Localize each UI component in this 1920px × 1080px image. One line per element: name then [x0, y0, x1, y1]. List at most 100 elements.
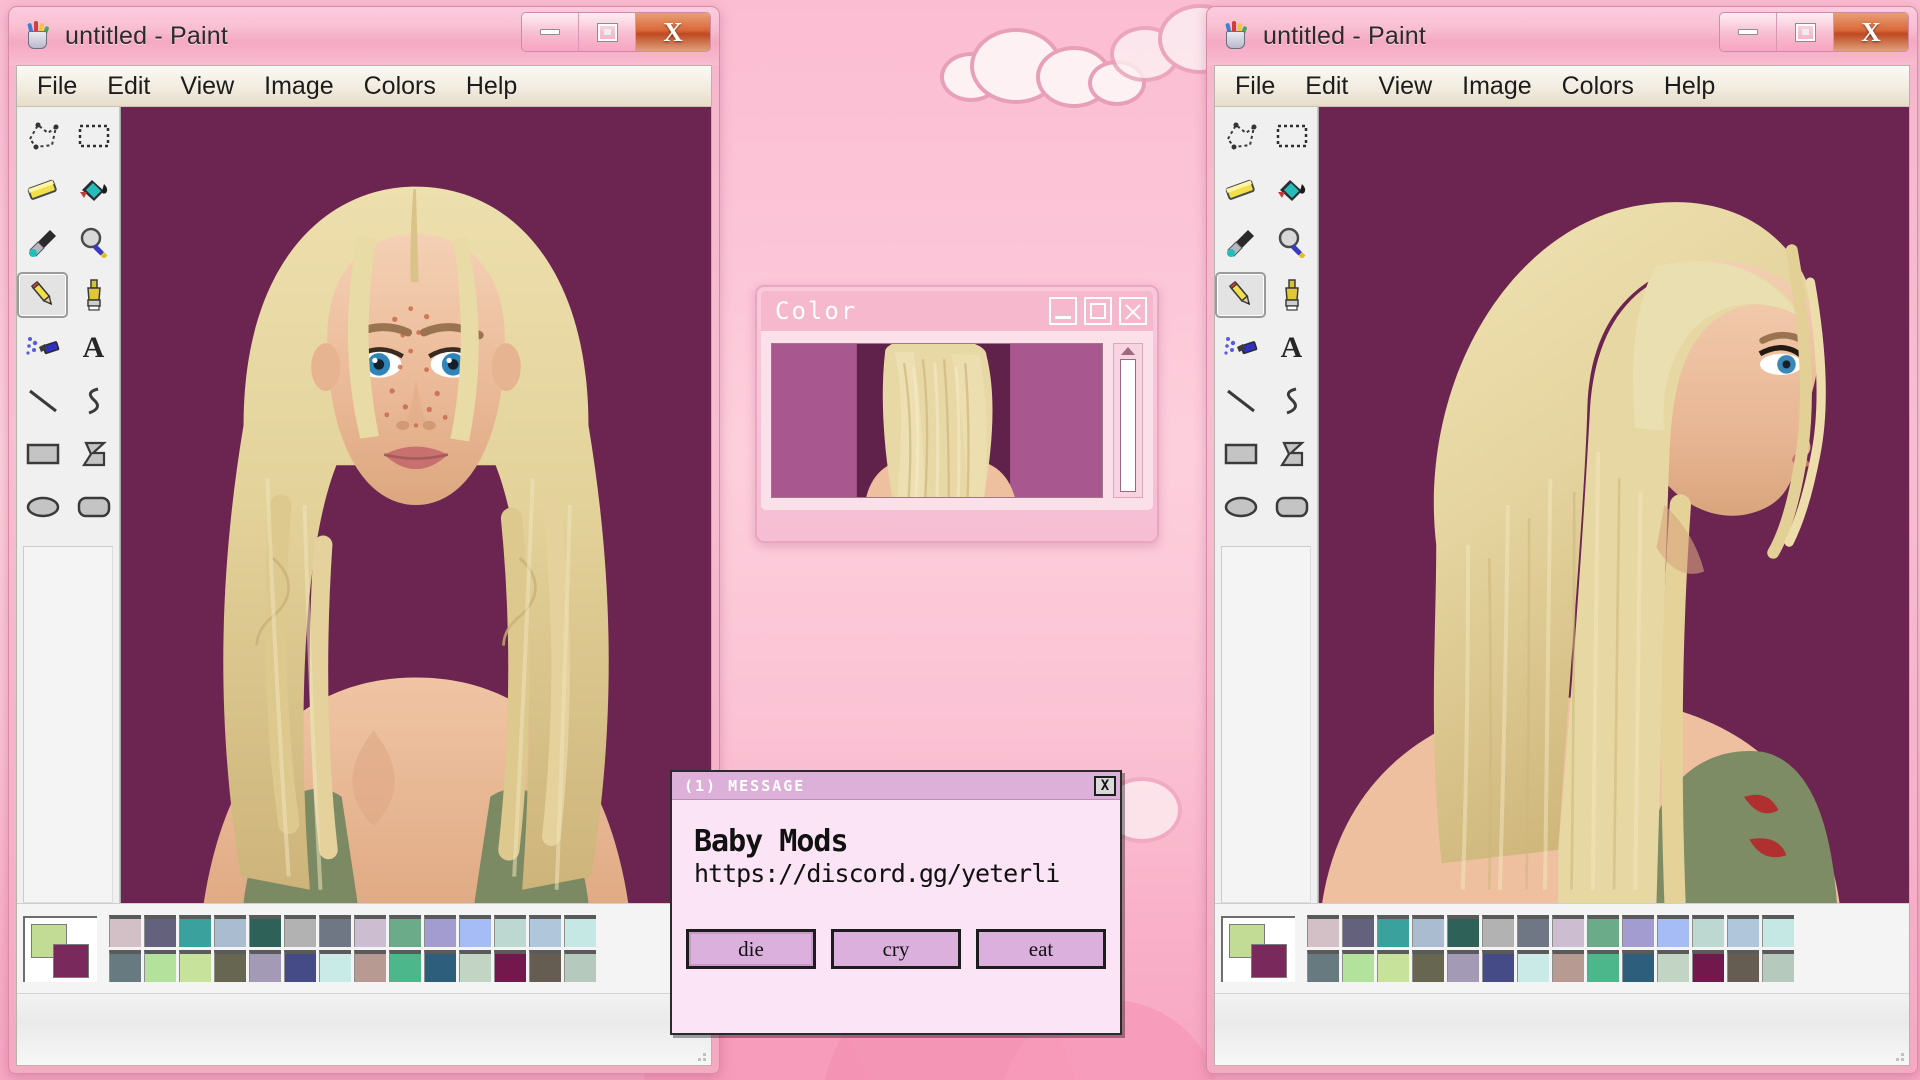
background-color-swatch[interactable]: [53, 943, 89, 978]
palette-swatch[interactable]: [1517, 950, 1549, 982]
palette-swatches[interactable]: [109, 915, 596, 982]
palette-swatch[interactable]: [1727, 950, 1759, 982]
menu-image[interactable]: Image: [254, 70, 343, 103]
menu-help[interactable]: Help: [456, 70, 527, 103]
palette-swatch[interactable]: [1412, 915, 1444, 947]
maximize-button[interactable]: [1777, 13, 1834, 51]
message-dialog[interactable]: (1) MESSAGE X Baby Mods https://discord.…: [670, 770, 1122, 1035]
palette-swatch[interactable]: [459, 915, 491, 947]
palette-swatch[interactable]: [1657, 950, 1689, 982]
pencil-tool[interactable]: [1215, 272, 1266, 318]
palette-swatch[interactable]: [214, 950, 246, 982]
minimize-button[interactable]: [1049, 297, 1077, 325]
canvas-area-left[interactable]: [120, 107, 711, 903]
polygon-tool[interactable]: [68, 431, 119, 477]
window-controls[interactable]: X: [521, 12, 711, 52]
close-button[interactable]: X: [1834, 13, 1908, 51]
palette-swatch[interactable]: [424, 950, 456, 982]
ellipse-tool[interactable]: [1215, 484, 1266, 530]
palette-swatch[interactable]: [1587, 950, 1619, 982]
palette-swatch[interactable]: [109, 950, 141, 982]
brush-tool[interactable]: [68, 272, 119, 318]
polygon-tool[interactable]: [1266, 431, 1317, 477]
canvas-area-right[interactable]: [1318, 107, 1909, 903]
text-tool[interactable]: A: [68, 325, 119, 371]
menu-edit[interactable]: Edit: [1295, 70, 1358, 103]
fill-with-color-tool[interactable]: [68, 166, 119, 212]
minimize-button[interactable]: [522, 13, 579, 51]
palette-swatch[interactable]: [389, 950, 421, 982]
rectangle-select-tool[interactable]: [68, 113, 119, 159]
palette-swatch[interactable]: [564, 915, 596, 947]
palette-swatch[interactable]: [1412, 950, 1444, 982]
palette-swatch[interactable]: [389, 915, 421, 947]
scrollbar-thumb[interactable]: [1120, 359, 1136, 492]
palette-swatch[interactable]: [529, 915, 561, 947]
line-tool[interactable]: [1215, 378, 1266, 424]
close-button[interactable]: X: [636, 13, 710, 51]
pencil-tool[interactable]: [17, 272, 68, 318]
curve-tool[interactable]: [1266, 378, 1317, 424]
palette-swatch[interactable]: [1762, 915, 1794, 947]
close-button[interactable]: X: [1094, 775, 1116, 796]
palette-swatch[interactable]: [1692, 915, 1724, 947]
free-form-select-tool[interactable]: [1215, 113, 1266, 159]
color-palette-right[interactable]: [1215, 903, 1909, 993]
palette-swatch[interactable]: [249, 950, 281, 982]
palette-swatch[interactable]: [319, 915, 351, 947]
palette-swatch[interactable]: [459, 950, 491, 982]
menubar-right[interactable]: File Edit View Image Colors Help: [1215, 66, 1909, 107]
tool-options-panel[interactable]: [1221, 546, 1311, 903]
menu-view[interactable]: View: [1368, 70, 1442, 103]
message-dialog-titlebar[interactable]: (1) MESSAGE X: [672, 772, 1120, 800]
color-preview-image[interactable]: [771, 343, 1103, 498]
pick-color-tool[interactable]: [1215, 219, 1266, 265]
menu-edit[interactable]: Edit: [97, 70, 160, 103]
titlebar-left[interactable]: untitled - Paint X: [9, 7, 719, 65]
brush-tool[interactable]: [1266, 272, 1317, 318]
fill-with-color-tool[interactable]: [1266, 166, 1317, 212]
palette-swatch[interactable]: [494, 950, 526, 982]
rounded-rectangle-tool[interactable]: [68, 484, 119, 530]
eraser-tool[interactable]: [17, 166, 68, 212]
resize-grip[interactable]: [691, 1046, 707, 1062]
palette-swatch[interactable]: [1342, 950, 1374, 982]
palette-swatch[interactable]: [1377, 950, 1409, 982]
palette-swatch[interactable]: [1622, 950, 1654, 982]
maximize-button[interactable]: [1084, 297, 1112, 325]
magnifier-tool[interactable]: [1266, 219, 1317, 265]
palette-swatch[interactable]: [1727, 915, 1759, 947]
ellipse-tool[interactable]: [17, 484, 68, 530]
minimize-button[interactable]: [1720, 13, 1777, 51]
palette-swatch[interactable]: [1377, 915, 1409, 947]
free-form-select-tool[interactable]: [17, 113, 68, 159]
palette-swatch[interactable]: [354, 950, 386, 982]
palette-swatch[interactable]: [1447, 915, 1479, 947]
palette-swatch[interactable]: [214, 915, 246, 947]
palette-swatch[interactable]: [1622, 915, 1654, 947]
menubar-left[interactable]: File Edit View Image Colors Help: [17, 66, 711, 107]
cry-button[interactable]: cry: [831, 929, 961, 969]
palette-swatch[interactable]: [179, 915, 211, 947]
rectangle-select-tool[interactable]: [1266, 113, 1317, 159]
palette-swatch[interactable]: [1307, 950, 1339, 982]
palette-swatch[interactable]: [1517, 915, 1549, 947]
menu-file[interactable]: File: [27, 70, 87, 103]
menu-colors[interactable]: Colors: [354, 70, 446, 103]
color-window-scrollbar[interactable]: [1113, 343, 1143, 498]
menu-help[interactable]: Help: [1654, 70, 1725, 103]
tool-options-panel[interactable]: [23, 546, 113, 903]
scroll-up-arrow-icon[interactable]: [1121, 347, 1135, 355]
palette-swatch[interactable]: [144, 950, 176, 982]
palette-swatch[interactable]: [564, 950, 596, 982]
color-window-titlebar[interactable]: Color: [761, 291, 1153, 331]
background-color-swatch[interactable]: [1251, 943, 1287, 978]
palette-swatch[interactable]: [1692, 950, 1724, 982]
palette-swatch[interactable]: [354, 915, 386, 947]
palette-swatch[interactable]: [1482, 915, 1514, 947]
window-controls[interactable]: X: [1719, 12, 1909, 52]
eat-button[interactable]: eat: [976, 929, 1106, 969]
text-tool[interactable]: A: [1266, 325, 1317, 371]
toolbox-left[interactable]: A: [17, 107, 120, 903]
canvas-image-portrait[interactable]: [121, 107, 711, 903]
